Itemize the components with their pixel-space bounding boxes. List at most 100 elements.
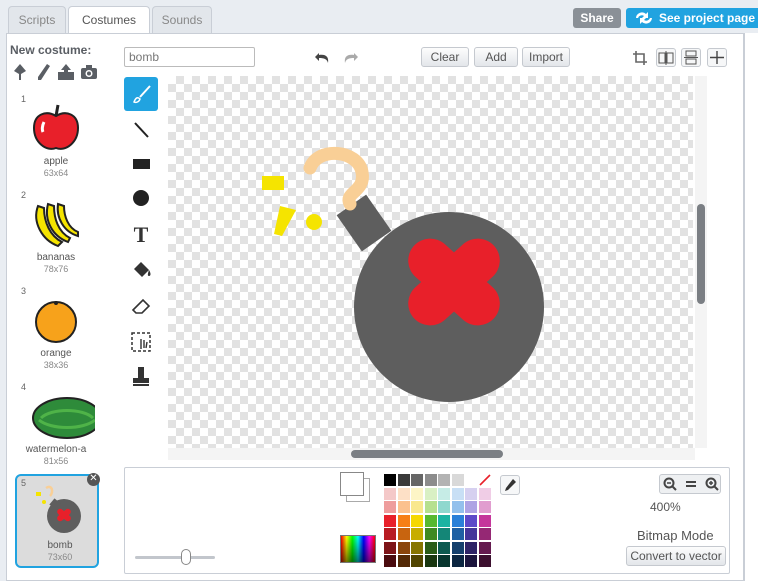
palette-swatch[interactable] [424,474,437,486]
upload-icon[interactable] [56,62,76,82]
eyedropper-button[interactable] [500,475,520,495]
palette-swatch[interactable] [384,501,396,513]
palette-swatch[interactable] [465,541,477,554]
redo-icon[interactable] [341,49,359,65]
vertical-scrollbar[interactable] [695,76,707,448]
undo-icon[interactable] [314,49,332,65]
palette-swatch[interactable] [451,555,464,567]
palette-swatch[interactable] [438,514,450,527]
select-tool[interactable] [124,325,158,359]
zoom-reset-icon[interactable] [684,477,698,491]
palette-swatch[interactable] [424,528,437,540]
palette-swatch[interactable] [424,555,437,567]
line-tool[interactable] [124,113,158,147]
delete-costume-button[interactable]: ✕ [87,473,100,486]
zoom-out-icon[interactable] [663,477,677,491]
palette-swatch[interactable] [465,528,477,540]
flip-vertical-button[interactable] [681,48,701,67]
horizontal-scroll-thumb[interactable] [351,450,503,458]
palette-swatch[interactable] [411,528,423,540]
brush-size-slider[interactable] [135,556,215,559]
text-tool[interactable]: T [124,217,158,251]
palette-swatch[interactable] [411,555,423,567]
pencil-icon[interactable] [33,62,53,82]
primary-color-swatch[interactable] [340,472,364,496]
camera-icon[interactable] [79,62,99,82]
palette-swatch[interactable] [465,501,477,513]
palette-swatch[interactable] [411,474,423,486]
palette-swatch[interactable] [451,528,464,540]
palette-swatch[interactable] [438,541,450,554]
costume-item-bananas[interactable]: 2 bananas 78x76 [13,190,99,282]
palette-swatch[interactable] [384,541,396,554]
palette-swatch[interactable] [397,487,410,500]
color-spectrum-picker[interactable] [340,535,376,563]
palette-swatch[interactable] [438,487,450,500]
palette-swatch[interactable] [384,474,396,486]
tab-sounds[interactable]: Sounds [152,6,212,34]
horizontal-scrollbar[interactable] [168,448,695,460]
palette-swatch[interactable] [451,487,464,500]
palette-swatch[interactable] [478,541,491,554]
costume-item-orange[interactable]: 3 orange 38x36 [13,286,99,378]
palette-swatch[interactable] [424,501,437,513]
add-button[interactable]: Add [474,47,518,67]
palette-swatch[interactable] [397,541,410,554]
palette-swatch[interactable] [438,555,450,567]
palette-swatch[interactable] [478,528,491,540]
palette-swatch[interactable] [451,541,464,554]
palette-swatch[interactable] [451,501,464,513]
costume-name-input[interactable] [124,47,255,67]
share-button[interactable]: Share [573,8,621,28]
palette-swatch[interactable] [451,514,464,527]
brush-size-slider-handle[interactable] [181,549,191,565]
costume-item-bomb[interactable]: 5 ✕ bomb 73x60 [15,473,100,568]
import-button[interactable]: Import [522,47,570,67]
convert-to-vector-button[interactable]: Convert to vector [626,546,726,566]
palette-swatch[interactable] [384,555,396,567]
palette-swatch[interactable] [397,501,410,513]
paint-brush-icon[interactable] [10,62,30,82]
palette-swatch[interactable] [411,541,423,554]
clear-button[interactable]: Clear [421,47,469,67]
palette-swatch[interactable] [478,487,491,500]
transparent-swatch[interactable] [478,474,491,486]
palette-swatch[interactable] [465,555,477,567]
palette-swatch[interactable] [478,514,491,527]
fill-tool[interactable] [124,253,158,287]
costume-item-watermelon-a[interactable]: 4 watermelon-a 81x56 [13,382,99,474]
palette-swatch[interactable] [438,474,450,486]
crop-icon[interactable] [632,50,648,66]
set-center-button[interactable] [707,48,727,67]
palette-swatch[interactable] [384,528,396,540]
palette-swatch[interactable] [451,474,464,486]
tab-costumes[interactable]: Costumes [68,6,150,35]
palette-swatch[interactable] [438,528,450,540]
palette-swatch[interactable] [424,541,437,554]
palette-swatch[interactable] [424,514,437,527]
eraser-tool[interactable] [124,289,158,323]
palette-swatch[interactable] [411,501,423,513]
see-project-page-button[interactable]: See project page [626,8,758,28]
zoom-in-icon[interactable] [705,477,719,491]
palette-swatch[interactable] [478,501,491,513]
palette-swatch[interactable] [438,501,450,513]
costume-item-apple[interactable]: 1 apple 63x64 [13,94,99,186]
palette-swatch[interactable] [478,555,491,567]
stamp-tool[interactable] [124,359,158,393]
rectangle-tool[interactable] [124,147,158,181]
palette-swatch[interactable] [384,487,396,500]
palette-swatch[interactable] [397,528,410,540]
palette-swatch[interactable] [465,487,477,500]
palette-swatch[interactable] [397,555,410,567]
palette-swatch[interactable] [465,514,477,527]
vertical-scroll-thumb[interactable] [697,204,705,304]
palette-swatch[interactable] [397,514,410,527]
palette-swatch[interactable] [411,487,423,500]
flip-horizontal-button[interactable] [656,48,676,67]
ellipse-tool[interactable] [124,181,158,215]
palette-swatch[interactable] [397,474,410,486]
palette-swatch[interactable] [424,487,437,500]
paint-canvas[interactable] [168,76,693,448]
palette-swatch[interactable] [411,514,423,527]
